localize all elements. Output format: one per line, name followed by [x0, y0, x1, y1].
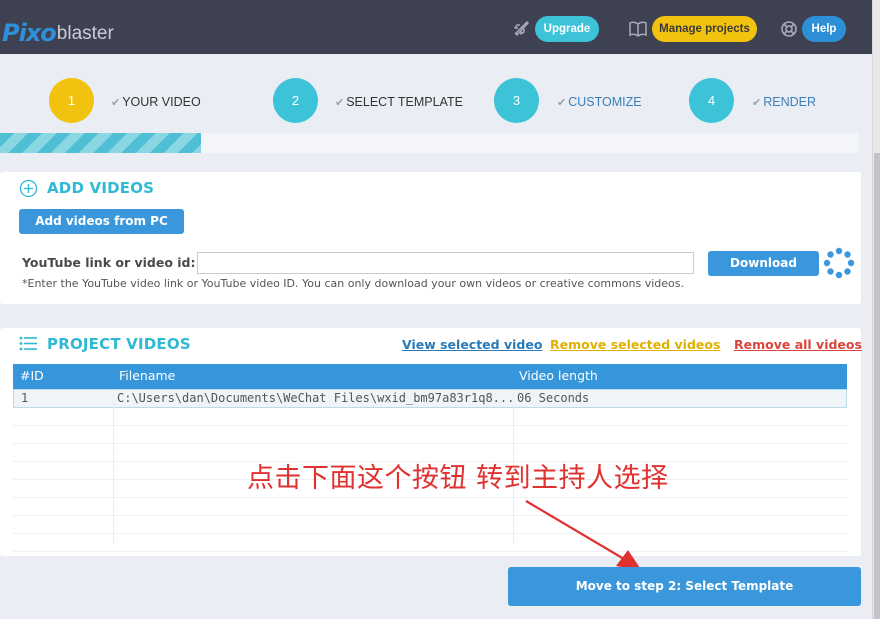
- book-icon: [629, 21, 647, 37]
- project-videos-title: PROJECT VIDEOS: [47, 335, 191, 353]
- empty-row: [13, 426, 847, 444]
- annotation-arrow-icon: [525, 500, 642, 571]
- empty-row: [13, 408, 847, 426]
- step-4-text: RENDER: [763, 95, 817, 109]
- empty-row: [13, 534, 847, 552]
- step-2-circle[interactable]: 2: [273, 78, 318, 123]
- youtube-hint-text: *Enter the YouTube video link or YouTube…: [22, 277, 685, 290]
- row-id-cell: 1: [21, 391, 29, 405]
- remove-all-videos-link[interactable]: Remove all videos: [734, 337, 862, 352]
- check-icon: ✔: [752, 97, 762, 109]
- empty-row: [13, 516, 847, 534]
- table-row[interactable]: 1 C:\Users\dan\Documents\WeChat Files\wx…: [13, 389, 847, 408]
- check-icon: ✔: [557, 97, 567, 109]
- annotation-text: 点击下面这个按钮 转到主持人选择: [247, 463, 669, 494]
- view-selected-video-link[interactable]: View selected video: [402, 337, 542, 352]
- column-header-filename[interactable]: Filename: [119, 364, 175, 388]
- step-1-circle[interactable]: 1: [49, 78, 94, 123]
- check-icon: ✔: [335, 97, 345, 109]
- pixoblaster-logo[interactable]: Pixo blaster: [2, 14, 114, 46]
- check-icon: ✔: [111, 97, 121, 109]
- step-4-label[interactable]: ✔ RENDER: [752, 95, 816, 110]
- column-header-video-length[interactable]: Video length: [519, 364, 598, 388]
- spinner-icon: [823, 247, 855, 279]
- add-videos-from-pc-button[interactable]: Add videos from PC: [19, 209, 184, 234]
- step-2-text: SELECT TEMPLATE: [346, 95, 463, 109]
- add-videos-title: ADD VIDEOS: [47, 179, 155, 197]
- table-header: #ID Filename Video length: [13, 364, 847, 389]
- lifebuoy-icon: [781, 21, 797, 37]
- top-header: Pixo blaster Upgrade Manage projects Hel…: [0, 0, 872, 54]
- progress-bar-fill: [0, 133, 201, 153]
- step-1-label[interactable]: ✔ YOUR VIDEO: [111, 95, 201, 110]
- step-4-circle[interactable]: 4: [689, 78, 734, 123]
- scrollbar-thumb[interactable]: [874, 153, 880, 619]
- logo-mark: Pixo: [2, 19, 57, 47]
- list-icon: [19, 336, 37, 351]
- page-scrollbar[interactable]: [872, 0, 880, 619]
- step-3-text: CUSTOMIZE: [568, 95, 642, 109]
- youtube-link-label: YouTube link or video id:: [22, 255, 196, 270]
- download-button[interactable]: Download: [708, 251, 819, 276]
- row-length-cell: 06 Seconds: [517, 391, 590, 405]
- row-filename-cell: C:\Users\dan\Documents\WeChat Files\wxid…: [117, 391, 512, 405]
- upgrade-button[interactable]: Upgrade: [535, 16, 599, 42]
- rocket-icon: [514, 21, 529, 36]
- column-divider: [113, 389, 114, 544]
- step-1-text: YOUR VIDEO: [122, 95, 201, 109]
- manage-projects-button[interactable]: Manage projects: [652, 16, 757, 42]
- empty-row: [13, 498, 847, 516]
- step-2-label[interactable]: ✔ SELECT TEMPLATE: [335, 95, 463, 110]
- plus-circle-icon: [19, 179, 38, 198]
- remove-selected-videos-link[interactable]: Remove selected videos: [550, 337, 720, 352]
- logo-text: blaster: [56, 23, 114, 44]
- step-3-label[interactable]: ✔ CUSTOMIZE: [557, 95, 642, 110]
- youtube-link-input[interactable]: [197, 252, 694, 274]
- move-to-step-2-button[interactable]: Move to step 2: Select Template: [508, 567, 861, 606]
- column-header-id[interactable]: #ID: [20, 364, 44, 388]
- help-button[interactable]: Help: [802, 16, 846, 42]
- step-3-circle[interactable]: 3: [494, 78, 539, 123]
